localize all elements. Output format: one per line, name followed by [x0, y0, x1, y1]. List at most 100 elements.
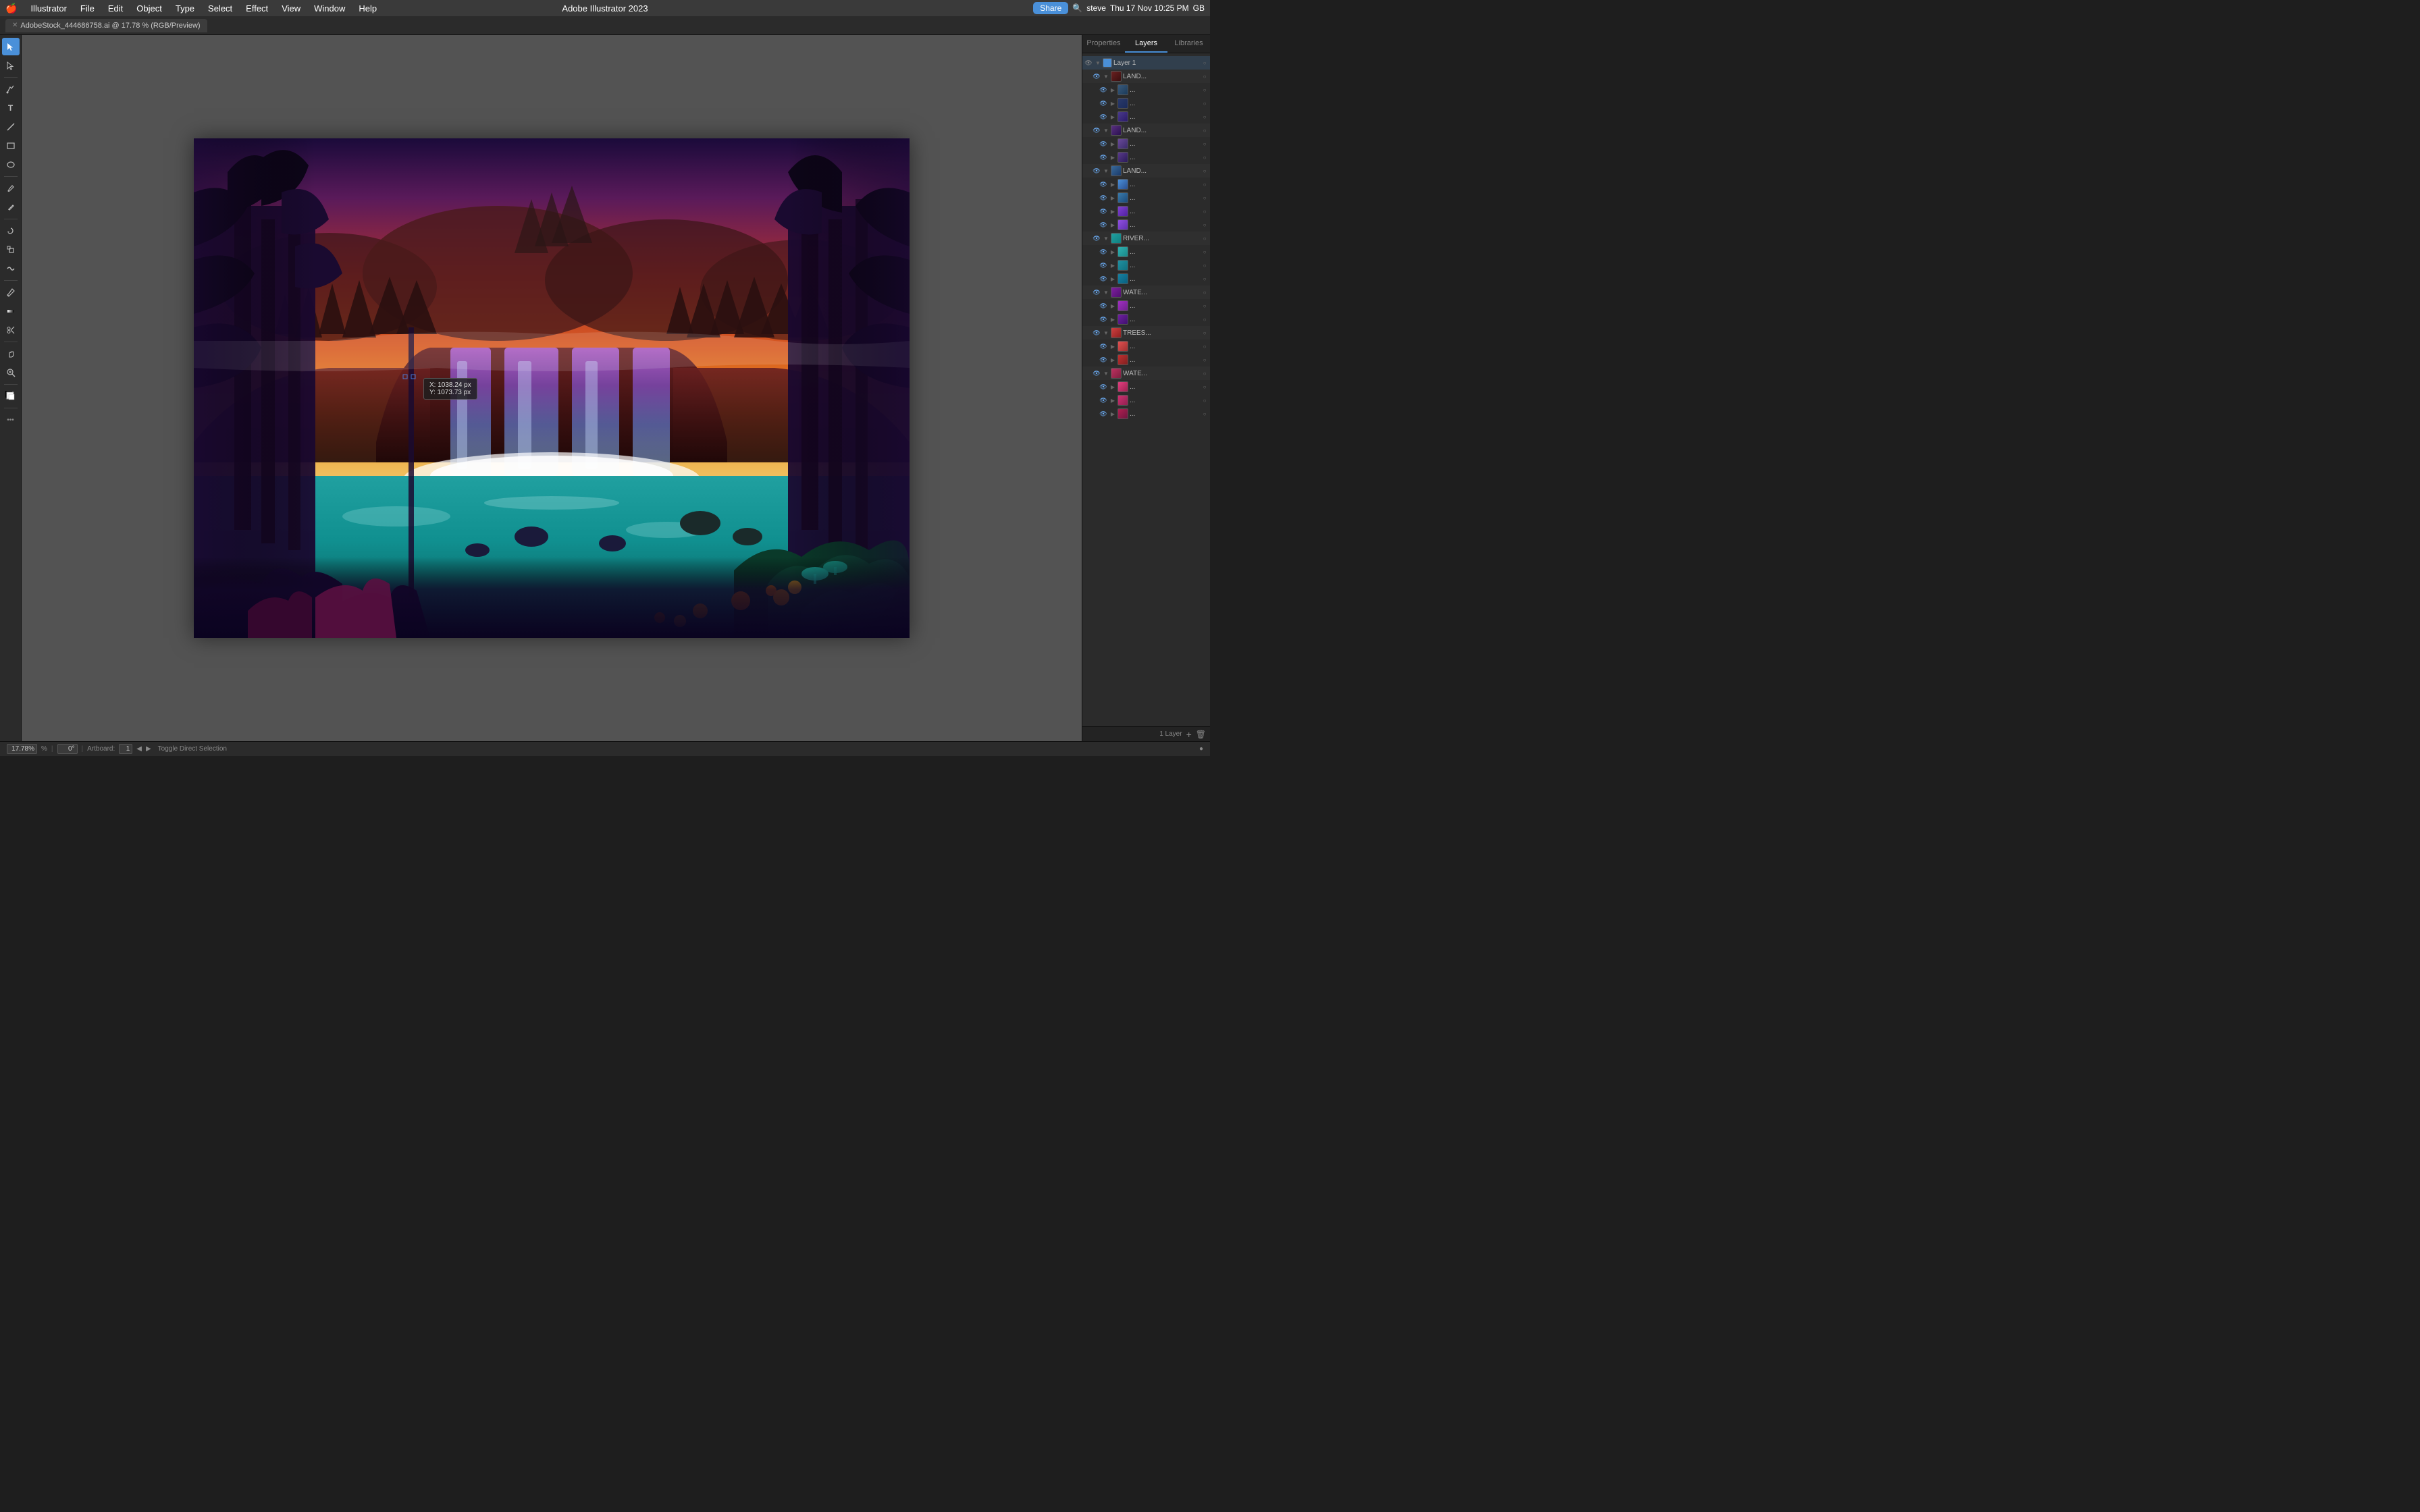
layer-item[interactable]: 👁 ▶ ... ○: [1082, 380, 1210, 394]
layer-eye[interactable]: 👁: [1099, 85, 1108, 94]
lock-btn[interactable]: ○: [1201, 194, 1209, 202]
lock-btn[interactable]: ○: [1201, 248, 1209, 256]
layer-eye[interactable]: 👁: [1099, 99, 1108, 108]
tab-layers[interactable]: Layers: [1125, 35, 1167, 53]
scale-tool[interactable]: [2, 241, 20, 259]
hand-tool[interactable]: [2, 345, 20, 362]
lock-btn[interactable]: ○: [1201, 410, 1209, 418]
lock-btn[interactable]: ○: [1201, 153, 1209, 161]
rotation-input[interactable]: [57, 744, 78, 754]
layer-item[interactable]: 👁 ▶ ... ○: [1082, 97, 1210, 110]
lock-btn[interactable]: ○: [1201, 221, 1209, 229]
menu-edit[interactable]: Edit: [103, 2, 128, 15]
layer-group-land1[interactable]: 👁 ▼ LAND... ○: [1082, 70, 1210, 83]
layer-group-trees[interactable]: 👁 ▼ TREES... ○: [1082, 326, 1210, 340]
menu-type[interactable]: Type: [170, 2, 200, 15]
expand-btn[interactable]: ▶: [1109, 139, 1116, 148]
expand-btn[interactable]: ▶: [1109, 220, 1116, 230]
layer-group-land2[interactable]: 👁 ▼ LAND... ○: [1082, 124, 1210, 137]
layer-item[interactable]: 👁 ▶ ... ○: [1082, 205, 1210, 218]
layer-item[interactable]: 👁 ▶ ... ○: [1082, 218, 1210, 232]
lock-btn[interactable]: ○: [1201, 288, 1209, 296]
artboard[interactable]: X: 1038.24 px Y: 1073.73 px: [194, 138, 910, 638]
layer-item[interactable]: 👁 ▶ ... ○: [1082, 313, 1210, 326]
layer-eye[interactable]: 👁: [1099, 274, 1108, 284]
layer-item[interactable]: 👁 ▶ ... ○: [1082, 353, 1210, 367]
lock-btn[interactable]: ○: [1201, 167, 1209, 175]
lock-btn[interactable]: ○: [1201, 315, 1209, 323]
layer-eye[interactable]: 👁: [1099, 261, 1108, 270]
lock-btn[interactable]: ○: [1201, 329, 1209, 337]
expand-btn[interactable]: ▼: [1103, 288, 1109, 297]
layer-group-river[interactable]: 👁 ▼ RIVER... ○: [1082, 232, 1210, 245]
expand-btn[interactable]: ▼: [1103, 72, 1109, 81]
lock-btn[interactable]: ○: [1201, 383, 1209, 391]
layer-eye[interactable]: 👁: [1099, 139, 1108, 148]
expand-btn[interactable]: ▼: [1103, 328, 1109, 338]
layer-group-water2[interactable]: 👁 ▼ WATE... ○: [1082, 367, 1210, 380]
layer-item[interactable]: 👁 ▶ ... ○: [1082, 83, 1210, 97]
layer-eye[interactable]: 👁: [1099, 193, 1108, 202]
layer-item[interactable]: 👁 ▶ ... ○: [1082, 245, 1210, 259]
layer-eye[interactable]: 👁: [1099, 396, 1108, 405]
layer-item[interactable]: 👁 ▶ ... ○: [1082, 394, 1210, 407]
canvas-area[interactable]: X: 1038.24 px Y: 1073.73 px: [22, 35, 1082, 741]
tab-close-icon[interactable]: ✕: [12, 22, 18, 29]
artboard-input[interactable]: [119, 744, 132, 754]
lock-btn[interactable]: ○: [1201, 126, 1209, 134]
lock-btn[interactable]: ○: [1201, 113, 1209, 121]
expand-btn[interactable]: ▼: [1103, 234, 1109, 243]
ellipse-tool[interactable]: [2, 156, 20, 173]
expand-btn[interactable]: ▼: [1103, 166, 1109, 176]
direct-selection-tool[interactable]: [2, 57, 20, 74]
lock-btn[interactable]: ○: [1201, 261, 1209, 269]
lock-btn[interactable]: ○: [1201, 180, 1209, 188]
apple-menu[interactable]: 🍎: [5, 3, 17, 14]
menu-select[interactable]: Select: [203, 2, 238, 15]
layer-eye[interactable]: 👁: [1092, 288, 1101, 297]
layer-eye[interactable]: 👁: [1099, 153, 1108, 162]
expand-btn[interactable]: ▼: [1103, 369, 1109, 378]
layer-group-land3[interactable]: 👁 ▼ LAND... ○: [1082, 164, 1210, 178]
expand-btn[interactable]: ▶: [1109, 99, 1116, 108]
layer-eye[interactable]: 👁: [1099, 207, 1108, 216]
layer-item[interactable]: 👁 ▶ ... ○: [1082, 178, 1210, 191]
expand-btn[interactable]: ▶: [1109, 112, 1116, 122]
layer-eye[interactable]: 👁: [1099, 315, 1108, 324]
layer-item[interactable]: 👁 ▶ ... ○: [1082, 151, 1210, 164]
layer-eye[interactable]: 👁: [1092, 369, 1101, 378]
layer-eye[interactable]: 👁: [1092, 126, 1101, 135]
expand-btn[interactable]: ▶: [1109, 247, 1116, 256]
lock-btn[interactable]: ○: [1201, 86, 1209, 94]
layer-item[interactable]: 👁 ▶ ... ○: [1082, 299, 1210, 313]
tab-libraries[interactable]: Libraries: [1167, 35, 1210, 53]
rectangle-tool[interactable]: [2, 137, 20, 155]
menu-illustrator[interactable]: Illustrator: [25, 2, 72, 15]
expand-btn[interactable]: ▶: [1109, 180, 1116, 189]
layer-eye[interactable]: 👁: [1099, 301, 1108, 310]
nav-next[interactable]: ▶: [146, 745, 151, 753]
lock-btn[interactable]: ○: [1201, 302, 1209, 310]
expand-btn[interactable]: ▶: [1109, 193, 1116, 202]
lock-btn[interactable]: ○: [1201, 140, 1209, 148]
layer-eye[interactable]: 👁: [1099, 112, 1108, 122]
pencil-tool[interactable]: [2, 198, 20, 216]
layer-main[interactable]: 👁 ▼ Layer 1 ○: [1082, 56, 1210, 70]
rotate-tool[interactable]: [2, 222, 20, 240]
pen-tool[interactable]: [2, 80, 20, 98]
type-tool[interactable]: T: [2, 99, 20, 117]
layer-eye[interactable]: 👁: [1092, 166, 1101, 176]
expand-btn[interactable]: ▶: [1109, 342, 1116, 351]
add-layer-btn[interactable]: +: [1186, 729, 1192, 740]
eyedropper-tool[interactable]: [2, 284, 20, 301]
warp-tool[interactable]: [2, 260, 20, 277]
lock-btn[interactable]: ○: [1201, 99, 1209, 107]
layer-eye[interactable]: 👁: [1092, 72, 1101, 81]
expand-btn[interactable]: ▶: [1109, 315, 1116, 324]
layer-eye[interactable]: 👁: [1099, 409, 1108, 418]
delete-layer-btn[interactable]: 🗑: [1196, 730, 1206, 739]
line-tool[interactable]: [2, 118, 20, 136]
layer-item[interactable]: 👁 ▶ ... ○: [1082, 407, 1210, 421]
menu-view[interactable]: View: [276, 2, 306, 15]
menu-help[interactable]: Help: [353, 2, 382, 15]
